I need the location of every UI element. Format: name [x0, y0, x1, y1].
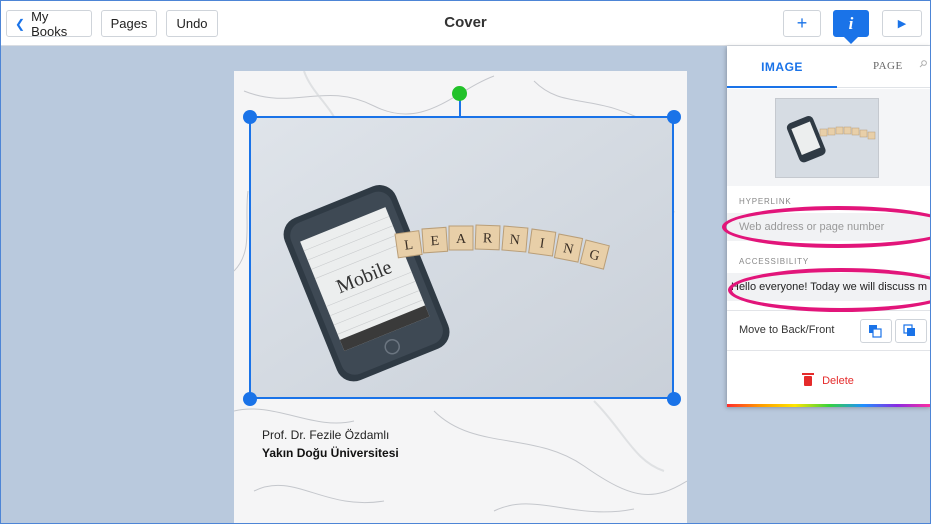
send-to-back-button[interactable]: [860, 319, 892, 343]
info-button[interactable]: i: [833, 10, 869, 37]
bring-to-front-button[interactable]: [895, 319, 927, 343]
hyperlink-label: HYPERLINK: [739, 197, 792, 206]
info-icon: i: [848, 13, 854, 33]
svg-text:A: A: [456, 232, 467, 247]
pages-button[interactable]: Pages: [101, 10, 157, 37]
image-thumbnail-area: [727, 89, 931, 186]
resize-handle-top-right[interactable]: [667, 110, 681, 124]
add-button[interactable]: +: [783, 10, 821, 37]
divider: [727, 350, 931, 351]
info-pointer-icon: [844, 37, 858, 44]
preview-button[interactable]: ▶: [882, 10, 922, 37]
rotate-connector: [459, 99, 461, 116]
thumbnail-picture: [776, 99, 878, 177]
delete-button[interactable]: Delete: [727, 358, 931, 404]
send-back-icon: [869, 325, 882, 338]
resize-handle-bottom-right[interactable]: [667, 392, 681, 406]
top-toolbar: ❮ My Books Pages Undo Cover + i ▶: [0, 0, 931, 46]
delete-label: Delete: [822, 375, 854, 387]
panel-tabs: IMAGE PAGE ⚲: [727, 46, 931, 88]
institution-text[interactable]: Yakın Doğu Üniversitesi: [262, 446, 399, 460]
chevron-left-icon: ❮: [15, 16, 26, 31]
my-books-button[interactable]: ❮ My Books: [6, 8, 92, 39]
accessibility-label: ACCESSIBILITY: [739, 257, 809, 266]
move-back-front-label: Move to Back/Front: [739, 324, 835, 336]
rotate-handle[interactable]: [452, 86, 467, 101]
bring-front-icon: [903, 324, 915, 336]
cover-image[interactable]: Mobile L E A R N I N G: [250, 117, 673, 398]
svg-text:R: R: [483, 231, 494, 246]
play-icon: ▶: [897, 18, 907, 30]
trash-icon: [802, 373, 815, 386]
my-books-label: My Books: [31, 8, 68, 39]
svg-text:N: N: [509, 233, 520, 249]
author-text[interactable]: Prof. Dr. Fezile Özdamlı: [262, 428, 389, 442]
tab-image[interactable]: IMAGE: [727, 46, 837, 88]
rainbow-bar: [727, 404, 931, 407]
resize-handle-bottom-left[interactable]: [243, 392, 257, 406]
plus-icon: +: [796, 13, 808, 33]
active-tab-indicator: [727, 86, 837, 88]
image-thumbnail[interactable]: [775, 98, 879, 178]
tab-page[interactable]: PAGE: [873, 60, 903, 72]
svg-text:E: E: [430, 234, 440, 250]
undo-button[interactable]: Undo: [166, 10, 218, 37]
mobile-learning-photo: Mobile L E A R N I N G: [250, 117, 673, 398]
pin-icon[interactable]: ⚲: [916, 58, 929, 71]
resize-handle-top-left[interactable]: [243, 110, 257, 124]
